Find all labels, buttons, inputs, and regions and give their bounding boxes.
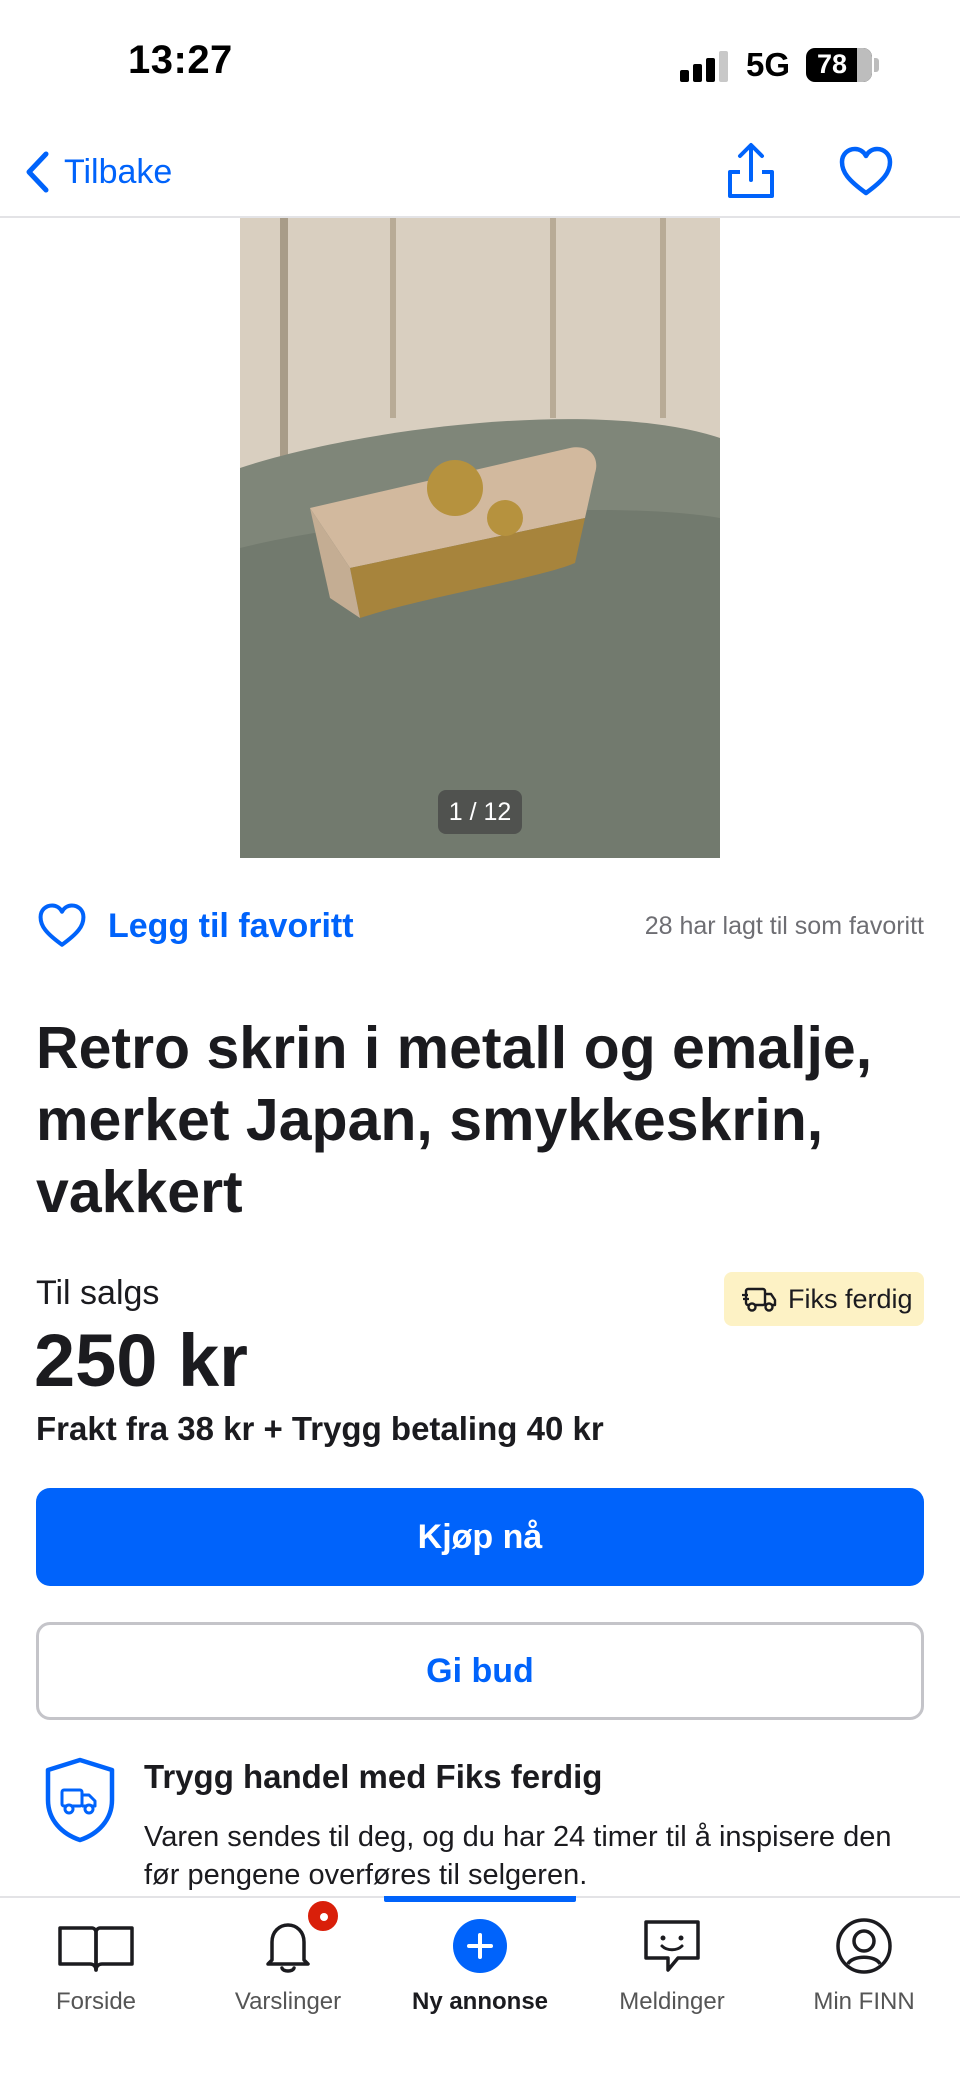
shipping-info: Frakt fra 38 kr + Trygg betaling 40 kr bbox=[36, 1410, 604, 1447]
share-icon bbox=[728, 143, 774, 198]
heart-icon bbox=[38, 903, 86, 947]
tab-forside[interactable]: Forside bbox=[0, 1898, 192, 2028]
tab-label: Ny annonse bbox=[411, 1988, 549, 2015]
sale-status: Til salgs bbox=[36, 1274, 160, 1312]
tab-label: Varslinger bbox=[234, 1988, 342, 2015]
favorite-row: Legg til favoritt 28 har lagt til som fa… bbox=[36, 896, 924, 956]
image-counter: 1 / 12 bbox=[438, 790, 522, 834]
profile-icon bbox=[836, 1918, 892, 1974]
add-favorite-button[interactable]: Legg til favoritt bbox=[36, 896, 354, 956]
chat-icon bbox=[644, 1920, 700, 1972]
safe-trade-title: Trygg handel med Fiks ferdig bbox=[144, 1758, 603, 1795]
tab-label: Min FINN bbox=[813, 1988, 915, 2015]
back-label: Tilbake bbox=[64, 152, 173, 191]
price: 250 kr bbox=[34, 1319, 248, 1402]
tab-label: Meldinger bbox=[619, 1988, 725, 2015]
listing-title: Retro skrin i metall og emalje, merket J… bbox=[36, 1015, 873, 1225]
network-type: 5G bbox=[746, 46, 791, 83]
product-photo bbox=[240, 218, 720, 858]
status-time: 13:27 bbox=[128, 38, 233, 82]
favorite-heart-button[interactable] bbox=[838, 144, 894, 200]
signal-icon bbox=[680, 50, 732, 82]
share-button[interactable] bbox=[726, 140, 776, 200]
delivery-truck-icon bbox=[742, 1287, 777, 1312]
tab-min-finn[interactable]: Min FINN bbox=[768, 1898, 960, 2028]
tab-meldinger[interactable]: Meldinger bbox=[576, 1898, 768, 2028]
status-bar: 13:27 5G 78 bbox=[0, 0, 960, 130]
battery-tip bbox=[874, 58, 879, 72]
favorite-count: 28 har lagt til som favoritt bbox=[644, 912, 924, 940]
product-image[interactable]: 1 / 12 bbox=[240, 218, 720, 858]
navigation-bar: Tilbake bbox=[0, 130, 960, 218]
safe-trade-text: Varen sendes til deg, og du har 24 timer… bbox=[144, 1821, 892, 1891]
buy-now-button[interactable]: Kjøp nå bbox=[36, 1488, 924, 1586]
tab-varslinger[interactable]: Varslinger bbox=[192, 1898, 384, 2028]
tab-bar: Forside Varslinger Ny annonse Meldinger bbox=[0, 1896, 960, 2081]
heart-icon bbox=[839, 146, 893, 196]
make-bid-button[interactable]: Gi bud bbox=[36, 1622, 924, 1720]
book-icon bbox=[58, 1926, 134, 1972]
chevron-left-icon bbox=[26, 151, 49, 193]
tab-ny-annonse[interactable]: Ny annonse bbox=[384, 1898, 576, 2028]
fiks-ferdig-label: Fiks ferdig bbox=[788, 1283, 913, 1314]
battery-icon: 78 bbox=[806, 48, 872, 82]
add-favorite-label: Legg til favoritt bbox=[108, 906, 354, 945]
plus-circle-icon bbox=[453, 1919, 507, 1973]
battery-level: 78 bbox=[816, 49, 848, 79]
shield-truck-icon bbox=[45, 1757, 115, 1843]
tab-label: Forside bbox=[55, 1988, 137, 2015]
fiks-ferdig-badge: Fiks ferdig bbox=[724, 1272, 924, 1326]
notification-badge bbox=[305, 1898, 341, 1934]
back-button[interactable]: Tilbake bbox=[24, 142, 172, 202]
